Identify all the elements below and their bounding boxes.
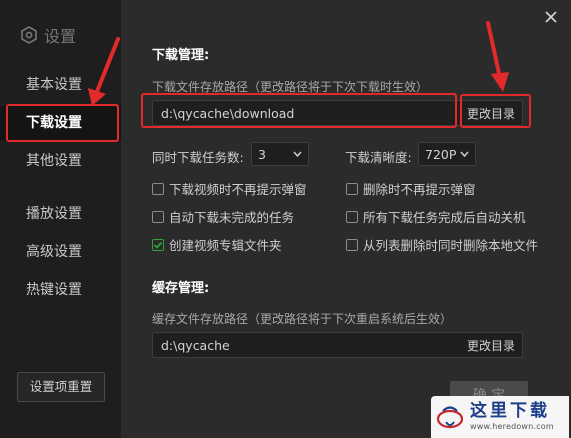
main-panel: 下载管理: 下载文件存放路径（更改路径将于下次下载时生效） d:\qycache… bbox=[121, 0, 571, 438]
option-label: 自动下载未完成的任务 bbox=[169, 210, 295, 225]
concurrent-tasks-select[interactable]: 3 bbox=[251, 142, 309, 166]
sidebar-item-other[interactable]: 其他设置 bbox=[0, 144, 121, 178]
sidebar-header: 设置 bbox=[20, 23, 76, 47]
chevron-down-icon bbox=[293, 151, 302, 157]
cache-path-input[interactable]: d:\qycache bbox=[153, 338, 460, 353]
sidebar: 设置 基本设置 下载设置 其他设置 播放设置 高级设置 热键设置 设置项重置 bbox=[0, 0, 121, 438]
option-create-album-folder[interactable]: 创建视频专辑文件夹 bbox=[152, 235, 282, 254]
concurrent-tasks-value: 3 bbox=[258, 146, 266, 162]
option-delete-local-files[interactable]: 从列表删除时同时删除本地文件 bbox=[346, 235, 538, 254]
cache-section-title: 缓存管理: bbox=[152, 281, 210, 296]
checkbox-checked[interactable] bbox=[152, 238, 164, 251]
sidebar-item-hotkey[interactable]: 热键设置 bbox=[0, 273, 121, 307]
quality-label: 下载清晰度: bbox=[345, 150, 412, 165]
download-path-field: d:\qycache\download 更改目录 bbox=[152, 100, 523, 126]
download-section-title: 下载管理: bbox=[152, 48, 210, 63]
quality-select[interactable]: 720P bbox=[418, 142, 476, 166]
concurrent-tasks-label: 同时下载任务数: bbox=[152, 150, 244, 165]
watermark-brand: 这里下载 bbox=[470, 401, 550, 421]
option-label: 创建视频专辑文件夹 bbox=[169, 238, 282, 253]
option-shutdown-when-done[interactable]: 所有下载任务完成后自动关机 bbox=[346, 207, 526, 226]
option-auto-resume[interactable]: 自动下载未完成的任务 bbox=[152, 207, 294, 226]
option-no-popup-on-download[interactable]: 下载视频时不再提示弹窗 bbox=[152, 179, 307, 198]
sidebar-item-advanced[interactable]: 高级设置 bbox=[0, 235, 121, 269]
cache-change-dir-button[interactable]: 更改目录 bbox=[460, 337, 522, 354]
option-label: 删除时不再提示弹窗 bbox=[363, 182, 476, 197]
check-icon bbox=[153, 241, 163, 249]
quality-value: 720P bbox=[425, 146, 457, 162]
option-label: 所有下载任务完成后自动关机 bbox=[363, 210, 526, 225]
sidebar-item-basic[interactable]: 基本设置 bbox=[0, 68, 121, 102]
settings-icon bbox=[20, 26, 38, 44]
checkbox[interactable] bbox=[152, 210, 164, 223]
option-no-popup-on-delete[interactable]: 删除时不再提示弹窗 bbox=[346, 179, 476, 198]
download-path-label: 下载文件存放路径（更改路径将于下次下载时生效） bbox=[152, 80, 429, 94]
checkbox[interactable] bbox=[152, 182, 164, 195]
checkbox[interactable] bbox=[346, 238, 358, 251]
sidebar-title: 设置 bbox=[44, 27, 77, 46]
option-label: 从列表删除时同时删除本地文件 bbox=[363, 238, 539, 253]
option-label: 下载视频时不再提示弹窗 bbox=[169, 182, 307, 197]
watermark-url: www.heredown.com bbox=[470, 422, 554, 431]
reset-settings-button[interactable]: 设置项重置 bbox=[17, 372, 105, 402]
download-change-dir-button[interactable]: 更改目录 bbox=[460, 105, 522, 122]
cache-path-field: d:\qycache 更改目录 bbox=[152, 332, 523, 358]
checkbox[interactable] bbox=[346, 182, 358, 195]
download-path-input[interactable]: d:\qycache\download bbox=[153, 106, 460, 121]
chevron-down-icon bbox=[460, 151, 469, 157]
sidebar-item-playback[interactable]: 播放设置 bbox=[0, 197, 121, 231]
heredown-logo-icon bbox=[436, 406, 464, 429]
cache-path-label: 缓存文件存放路径（更改路径将于下次重启系统后生效） bbox=[152, 312, 453, 326]
watermark: 这里下载 www.heredown.com bbox=[431, 396, 569, 438]
sidebar-item-download[interactable]: 下载设置 bbox=[0, 106, 121, 140]
checkbox[interactable] bbox=[346, 210, 358, 223]
